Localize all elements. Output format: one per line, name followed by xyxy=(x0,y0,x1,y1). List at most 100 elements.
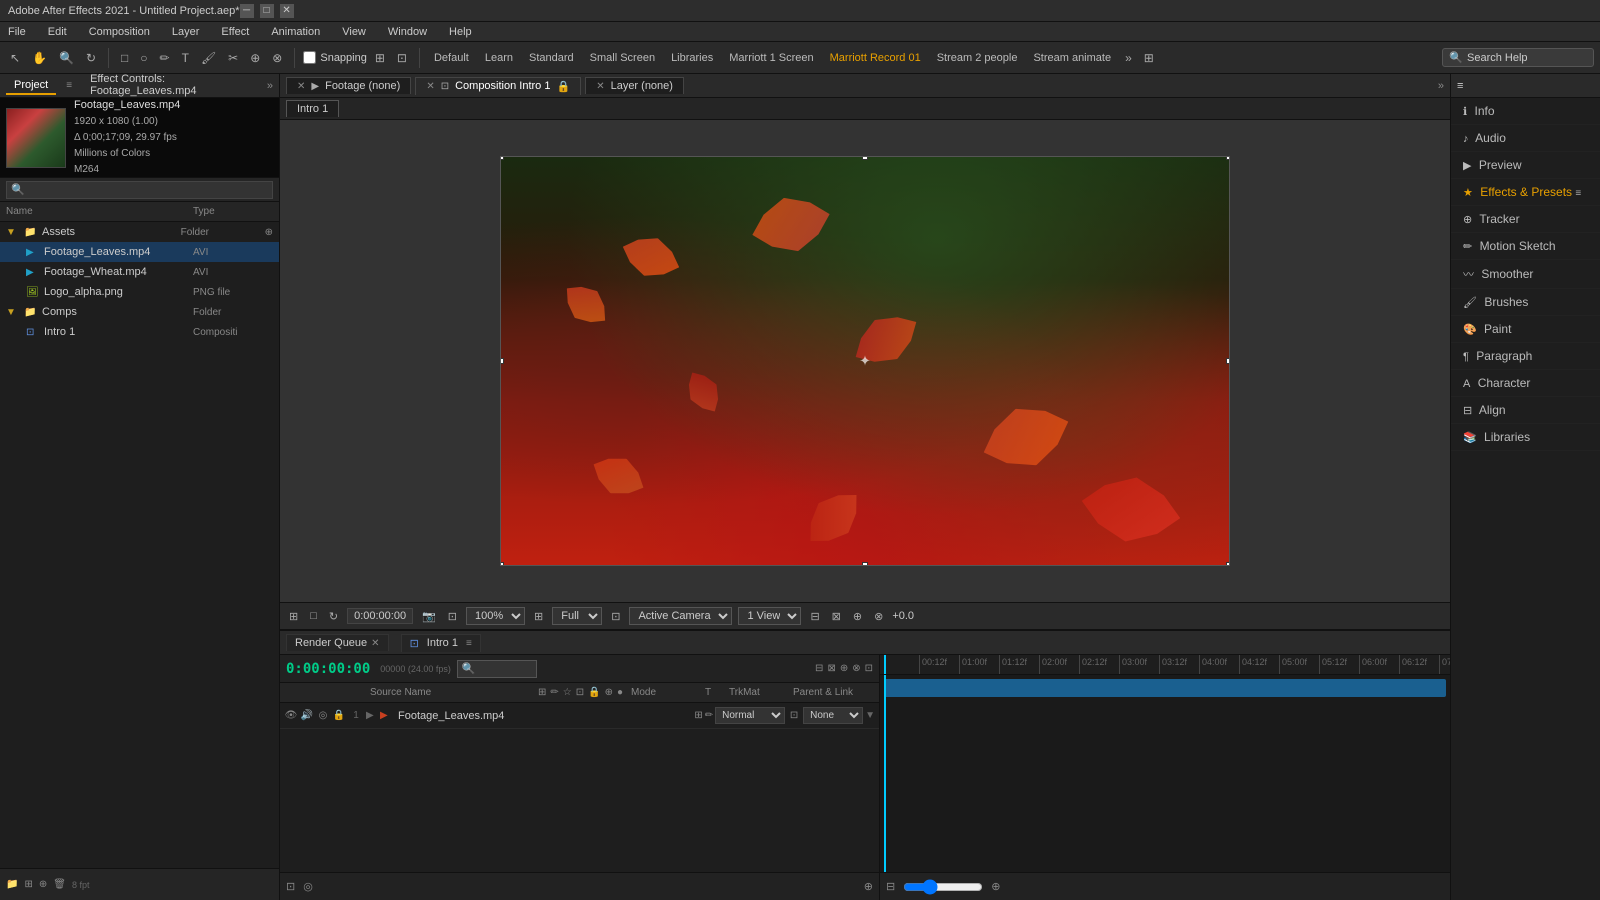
viewer-btn6[interactable]: ⊡ xyxy=(608,609,623,624)
footage-none-tab[interactable]: ✕ ▶ Footage (none) xyxy=(286,77,411,94)
menu-edit[interactable]: Edit xyxy=(44,24,71,40)
viewer-btn8[interactable]: ⊠ xyxy=(829,609,844,624)
panel-item-tracker[interactable]: ⊕ Tracker xyxy=(1451,206,1600,233)
viewer-btn7[interactable]: ⊟ xyxy=(807,609,822,624)
layer-eye-btn[interactable]: 👁 xyxy=(284,710,298,721)
panel-item-libraries[interactable]: 📚 Libraries xyxy=(1451,424,1600,451)
table-row[interactable]: 👁 🔊 ◎ 🔒 1 ▶ ▶ Footage_Leaves.mp4 ⊞ ✏ xyxy=(280,703,879,729)
layer-search-input[interactable] xyxy=(457,660,537,678)
rotate-tool[interactable]: ↻ xyxy=(82,49,100,67)
menu-layer[interactable]: Layer xyxy=(168,24,204,40)
tree-item-comps-folder[interactable]: ▼ 📁 Comps Folder xyxy=(0,302,279,322)
rect-tool[interactable]: □ xyxy=(117,49,132,67)
project-tree[interactable]: ▼ 📁 Assets Folder ⊕ ▶ Footage_Leaves.mp4… xyxy=(0,222,279,868)
solo-all-btn[interactable]: ◎ xyxy=(303,880,313,893)
quality-select[interactable]: Full Half xyxy=(552,607,602,625)
panel-item-align[interactable]: ⊟ Align xyxy=(1451,397,1600,424)
pen-tool[interactable]: ✏ xyxy=(156,49,174,67)
menu-help[interactable]: Help xyxy=(445,24,476,40)
panel-item-preview[interactable]: ▶ Preview xyxy=(1451,152,1600,179)
viewer-draft[interactable]: □ xyxy=(307,609,320,623)
new-folder-btn[interactable]: 📁 xyxy=(6,879,18,890)
close-button[interactable]: ✕ xyxy=(280,4,294,18)
clone-tool[interactable]: ✂ xyxy=(224,49,242,67)
hand-tool[interactable]: ✋ xyxy=(28,49,51,67)
zoom-select[interactable]: 100% 50% Fit xyxy=(466,607,525,625)
view-count-select[interactable]: 1 View 2 View xyxy=(738,607,801,625)
add-marker-btn[interactable]: ⊕ xyxy=(864,880,873,893)
timeline-comp-tab[interactable]: ⊡ Intro 1 ≡ xyxy=(401,634,481,652)
menu-composition[interactable]: Composition xyxy=(85,24,154,40)
zoom-slider[interactable] xyxy=(903,881,983,893)
panel-item-motion-sketch[interactable]: ✏ Motion Sketch xyxy=(1451,233,1600,260)
shape-tool[interactable]: ⊗ xyxy=(268,49,286,67)
timeline-btn3[interactable]: ⊕ xyxy=(840,663,848,674)
workspace-more[interactable]: » xyxy=(1121,49,1136,67)
panel-item-character[interactable]: A Character xyxy=(1451,370,1600,397)
menu-effect[interactable]: Effect xyxy=(217,24,253,40)
timeline-btn5[interactable]: ⊡ xyxy=(865,663,873,674)
layer-trkmat-select[interactable]: None xyxy=(803,707,863,724)
zoom-out-btn[interactable]: ⊟ xyxy=(886,880,895,893)
comp-panel-menu[interactable]: » xyxy=(1438,80,1444,92)
render-queue-tab[interactable]: Render Queue ✕ xyxy=(286,634,389,651)
viewer-camera-btn[interactable]: 📷 xyxy=(419,609,439,624)
minimize-button[interactable]: ─ xyxy=(240,4,254,18)
tree-item-footage-leaves[interactable]: ▶ Footage_Leaves.mp4 AVI xyxy=(0,242,279,262)
timeline-btn2[interactable]: ⊠ xyxy=(827,663,835,674)
workspace-marriott-record[interactable]: Marriott Record 01 xyxy=(824,50,927,66)
panel-item-paragraph[interactable]: ¶ Paragraph xyxy=(1451,343,1600,370)
tree-item-assets-folder[interactable]: ▼ 📁 Assets Folder ⊕ xyxy=(0,222,279,242)
panel-item-info[interactable]: ℹ Info xyxy=(1451,98,1600,125)
panel-item-brushes[interactable]: 🖌 Brushes xyxy=(1451,289,1600,316)
zoom-in-btn[interactable]: ⊕ xyxy=(991,880,1000,893)
menu-file[interactable]: File xyxy=(4,24,30,40)
menu-animation[interactable]: Animation xyxy=(267,24,324,40)
panel-menu-btn[interactable]: » xyxy=(267,80,273,92)
search-input[interactable] xyxy=(1467,52,1587,64)
panel-item-effects-presets[interactable]: ★ Effects & Presets ≡ xyxy=(1451,179,1600,206)
viewer-btn5[interactable]: ⊞ xyxy=(531,609,546,624)
snapping-btn1[interactable]: ⊞ xyxy=(371,49,389,67)
timeline-btn1[interactable]: ⊟ xyxy=(815,663,823,674)
layer-audio-btn[interactable]: 🔊 xyxy=(300,710,314,721)
menu-view[interactable]: View xyxy=(338,24,370,40)
viewer-region-btn[interactable]: ⊡ xyxy=(445,609,460,624)
snapping-btn2[interactable]: ⊡ xyxy=(393,49,411,67)
layer-none-tab[interactable]: ✕ Layer (none) xyxy=(585,77,684,94)
ellipse-tool[interactable]: ○ xyxy=(136,49,151,67)
workspace-stream2[interactable]: Stream 2 people xyxy=(931,50,1024,66)
workspace-small-screen[interactable]: Small Screen xyxy=(584,50,661,66)
brush-tool[interactable]: 🖌 xyxy=(197,49,220,67)
tree-item-intro1[interactable]: ⊡ Intro 1 Compositi xyxy=(0,322,279,342)
snapping-checkbox[interactable] xyxy=(303,51,316,64)
workspace-default[interactable]: Default xyxy=(428,50,475,66)
project-search-bar[interactable] xyxy=(0,178,279,202)
layer-lock-btn[interactable]: 🔒 xyxy=(332,710,346,721)
menu-window[interactable]: Window xyxy=(384,24,431,40)
project-search-input[interactable] xyxy=(6,181,273,199)
zoom-tool[interactable]: 🔍 xyxy=(55,49,78,67)
workspace-stream-animate[interactable]: Stream animate xyxy=(1027,50,1117,66)
footage-track-bar[interactable] xyxy=(884,679,1446,697)
timeline-btn4[interactable]: ⊗ xyxy=(852,663,860,674)
tree-item-logo-alpha[interactable]: 🖼 Logo_alpha.png PNG file xyxy=(0,282,279,302)
intro1-subtab[interactable]: Intro 1 xyxy=(286,100,339,117)
window-controls[interactable]: ─ □ ✕ xyxy=(240,4,294,18)
comp-intro1-tab[interactable]: ✕ ⊡ Composition Intro 1 🔒 xyxy=(415,77,581,95)
toggle-switches-btn[interactable]: ⊡ xyxy=(286,880,295,893)
workspace-libraries[interactable]: Libraries xyxy=(665,50,719,66)
maximize-button[interactable]: □ xyxy=(260,4,274,18)
viewer-btn9[interactable]: ⊕ xyxy=(850,609,865,624)
workspace-settings[interactable]: ⊞ xyxy=(1140,49,1158,67)
puppet-tool[interactable]: ⊕ xyxy=(246,49,264,67)
new-comp-btn[interactable]: ⊞ xyxy=(24,879,32,890)
layer-solo-btn[interactable]: ◎ xyxy=(316,710,330,721)
layer-switch-btn[interactable]: ⊡ xyxy=(787,710,801,721)
selection-tool[interactable]: ↖ xyxy=(6,49,24,67)
text-tool[interactable]: T xyxy=(178,49,193,67)
viewer-live-update[interactable]: ↻ xyxy=(326,609,341,624)
panel-item-audio[interactable]: ♪ Audio xyxy=(1451,125,1600,152)
import-btn[interactable]: ⊕ xyxy=(39,879,47,890)
tree-item-footage-wheat[interactable]: ▶ Footage_Wheat.mp4 AVI xyxy=(0,262,279,282)
